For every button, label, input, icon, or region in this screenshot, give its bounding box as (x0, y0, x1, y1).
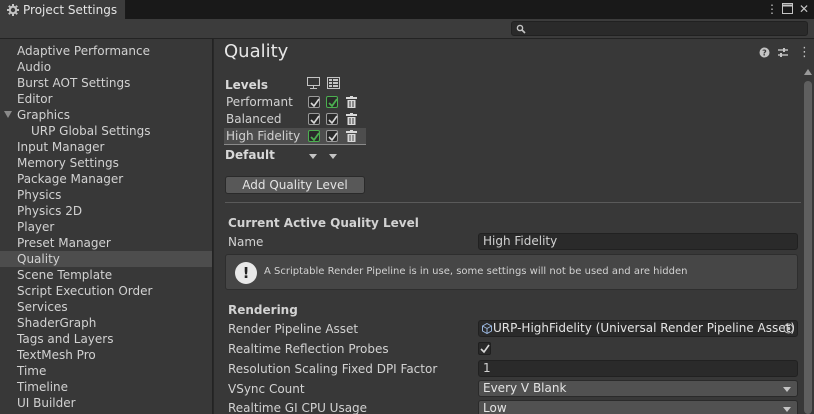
sidebar-item-services[interactable]: Services (0, 299, 212, 315)
trash-icon[interactable] (346, 113, 358, 125)
quality-panel: Quality ? ⋮ Levels Performant Balanced H… (214, 39, 814, 414)
standalone-default-dropdown-icon[interactable] (309, 154, 317, 159)
svg-text:?: ? (762, 49, 767, 58)
mobile-checkbox[interactable] (326, 130, 338, 142)
realtime-gi-cpu-usage-label: Realtime GI CPU Usage (228, 401, 368, 414)
sidebar-item-time[interactable]: Time (0, 363, 212, 379)
window-menu-icon[interactable]: ⋮ (766, 2, 778, 16)
sidebar-item-audio[interactable]: Audio (0, 59, 212, 75)
default-label: Default (225, 148, 275, 162)
sidebar-item-script-execution-order[interactable]: Script Execution Order (0, 283, 212, 299)
sidebar-item-scene-template[interactable]: Scene Template (0, 267, 212, 283)
help-icon[interactable]: ? (759, 47, 770, 61)
render-pipeline-asset-label: Render Pipeline Asset (228, 322, 359, 336)
gear-icon (6, 3, 19, 16)
chevron-down-icon (783, 407, 791, 412)
asset-icon (482, 322, 492, 338)
render-pipeline-asset-value: URP-HighFidelity (Universal Render Pipel… (493, 321, 796, 335)
sidebar-item-package-manager[interactable]: Package Manager (0, 171, 212, 187)
sidebar-item-textmesh-pro[interactable]: TextMesh Pro (0, 347, 212, 363)
render-pipeline-asset-field[interactable]: URP-HighFidelity (Universal Render Pipel… (478, 320, 798, 337)
sidebar-item-adaptive-performance[interactable]: Adaptive Performance (0, 43, 212, 59)
sidebar-item-label: Graphics (17, 108, 70, 122)
sidebar-item-physics[interactable]: Physics (0, 187, 212, 203)
project-settings-tab[interactable]: Project Settings (0, 0, 126, 19)
sidebar-item-physics-2d[interactable]: Physics 2D (0, 203, 212, 219)
vsync-count-label: VSync Count (228, 382, 305, 396)
resolution-scaling-dpi-field[interactable]: 1 (478, 360, 798, 377)
settings-toolbar (0, 19, 814, 39)
trash-icon[interactable] (346, 130, 358, 142)
search-icon (516, 23, 526, 34)
window-titlebar: Project Settings ⋮ ✕ (0, 0, 814, 19)
rendering-heading: Rendering (228, 303, 298, 317)
sidebar-item-quality[interactable]: Quality (0, 251, 212, 267)
scroll-thumb[interactable] (804, 81, 812, 414)
mobile-checkbox[interactable] (326, 113, 338, 125)
vsync-count-value: Every V Blank (483, 381, 567, 395)
page-title: Quality (224, 41, 289, 62)
object-picker-icon[interactable] (783, 323, 794, 338)
current-quality-heading: Current Active Quality Level (228, 216, 419, 230)
sidebar-item-preset-manager[interactable]: Preset Manager (0, 235, 212, 251)
sidebar-item-burst-aot-settings[interactable]: Burst AOT Settings (0, 75, 212, 91)
standalone-checkbox[interactable] (308, 130, 320, 142)
help-text: A Scriptable Render Pipeline is in use, … (264, 266, 688, 277)
quality-level-name: High Fidelity (226, 129, 301, 143)
standalone-checkbox[interactable] (308, 96, 320, 108)
mobile-default-dropdown-icon[interactable] (329, 154, 337, 159)
info-helpbox: ! A Scriptable Render Pipeline is in use… (225, 254, 798, 290)
quality-level-row[interactable]: Balanced (224, 111, 366, 128)
sidebar-item-player[interactable]: Player (0, 219, 212, 235)
mobile-platform-icon (327, 77, 340, 89)
realtime-gi-cpu-usage-dropdown[interactable]: Low (478, 400, 798, 414)
standalone-platform-icon (307, 77, 320, 89)
settings-sidebar: Adaptive Performance Audio Burst AOT Set… (0, 39, 213, 414)
standalone-checkbox[interactable] (308, 113, 320, 125)
trash-icon[interactable] (346, 96, 358, 108)
realtime-reflection-probes-label: Realtime Reflection Probes (228, 342, 389, 356)
realtime-gi-cpu-usage-value: Low (483, 401, 507, 414)
sidebar-item-tags-and-layers[interactable]: Tags and Layers (0, 331, 212, 347)
vsync-count-dropdown[interactable]: Every V Blank (478, 380, 798, 397)
info-icon: ! (235, 262, 257, 284)
sidebar-item-urp-global-settings[interactable]: URP Global Settings (0, 123, 212, 139)
more-options-icon[interactable]: ⋮ (798, 45, 811, 60)
quality-level-name: Performant (226, 95, 293, 109)
close-icon[interactable]: ✕ (799, 2, 809, 16)
sidebar-item-timeline[interactable]: Timeline (0, 379, 212, 395)
search-input[interactable] (511, 21, 808, 36)
realtime-reflection-probes-checkbox[interactable] (478, 342, 491, 355)
chevron-down-icon (783, 387, 791, 392)
sidebar-item-input-manager[interactable]: Input Manager (0, 139, 212, 155)
resolution-scaling-dpi-label: Resolution Scaling Fixed DPI Factor (228, 362, 438, 376)
section-divider (225, 202, 801, 203)
maximize-icon[interactable] (782, 2, 793, 17)
quality-level-row[interactable]: Performant (224, 94, 366, 111)
quality-level-row-selected[interactable]: High Fidelity (224, 128, 366, 145)
sidebar-item-editor[interactable]: Editor (0, 91, 212, 107)
add-quality-level-button[interactable]: Add Quality Level (225, 176, 365, 194)
sidebar-item-ui-builder[interactable]: UI Builder (0, 395, 212, 411)
sidebar-item-shadergraph[interactable]: ShaderGraph (0, 315, 212, 331)
scroll-up-icon[interactable] (804, 69, 812, 75)
name-field[interactable]: High Fidelity (478, 233, 798, 250)
quality-level-name: Balanced (226, 112, 282, 126)
sidebar-item-graphics[interactable]: Graphics (0, 107, 212, 123)
foldout-expanded-icon[interactable] (4, 111, 12, 118)
name-label: Name (228, 235, 264, 249)
levels-heading: Levels (225, 78, 269, 92)
vertical-scrollbar[interactable] (802, 69, 814, 414)
preset-icon[interactable] (777, 47, 789, 61)
default-level-row: Default (224, 144, 366, 162)
mobile-checkbox[interactable] (326, 96, 338, 108)
sidebar-item-memory-settings[interactable]: Memory Settings (0, 155, 212, 171)
tab-title: Project Settings (23, 2, 118, 17)
